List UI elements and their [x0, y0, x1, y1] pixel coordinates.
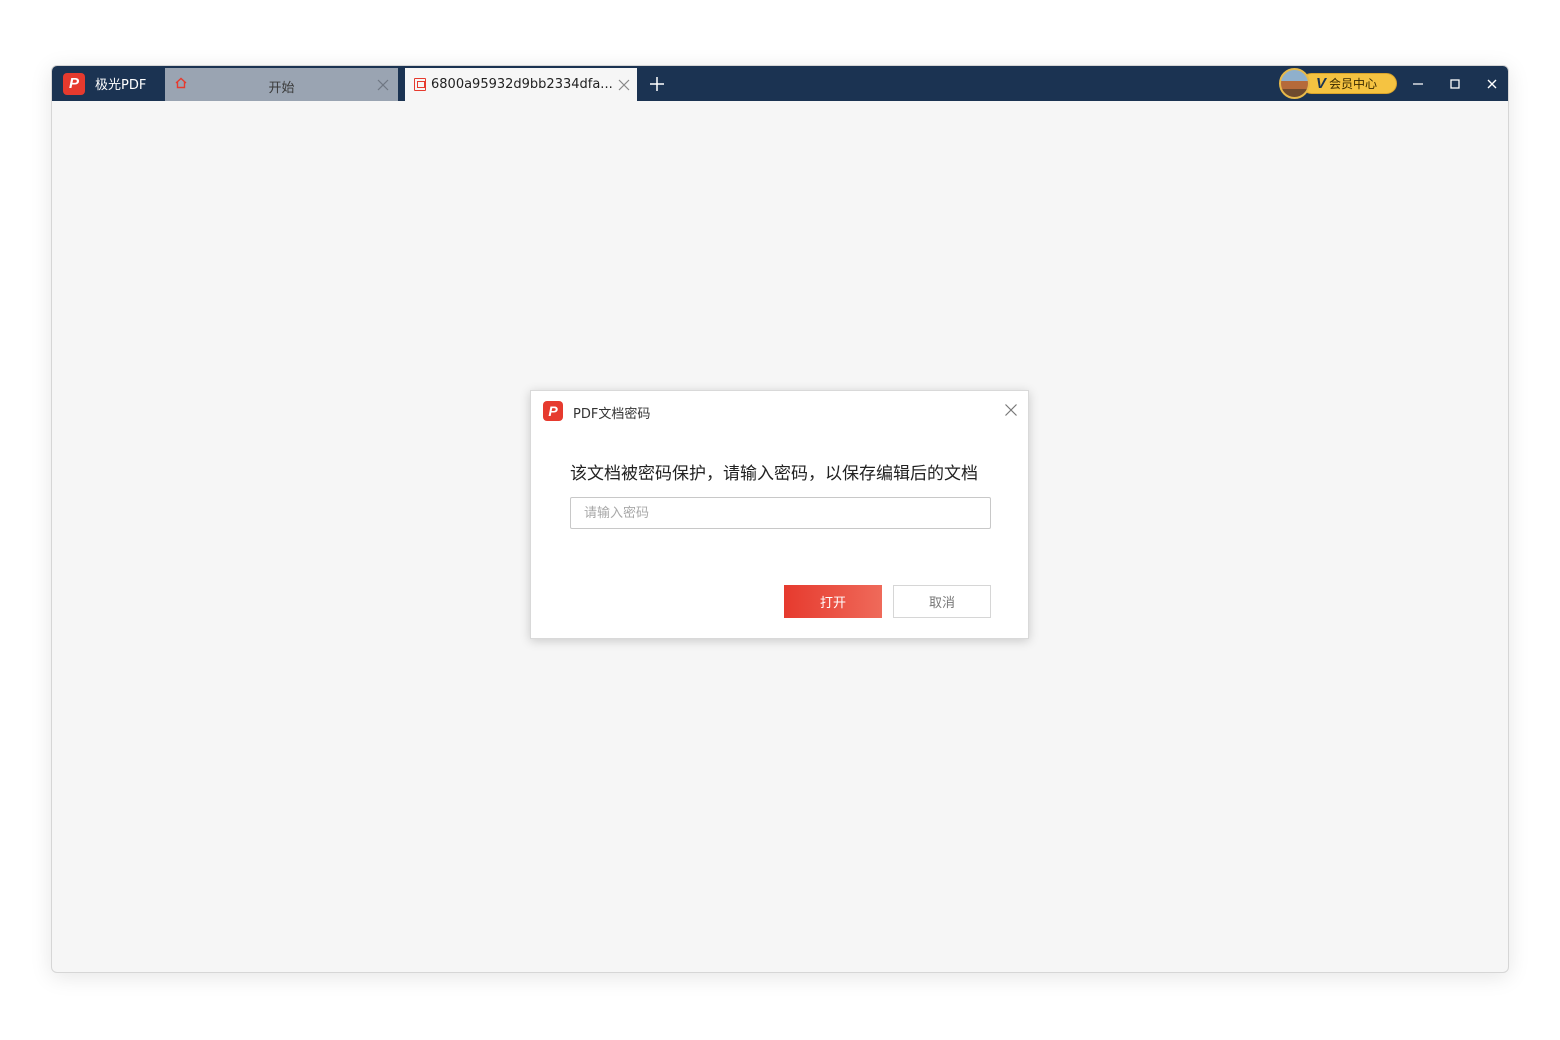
dialog-close-icon[interactable] [1003, 402, 1019, 418]
vip-center-label: 会员中心 [1329, 77, 1378, 91]
tab-home-close-icon[interactable] [375, 77, 391, 93]
tab-document-close-icon[interactable] [616, 77, 632, 93]
tab-home[interactable]: 开始 [165, 68, 398, 101]
new-tab-plus-icon[interactable] [646, 73, 668, 95]
minimize-icon[interactable] [1407, 73, 1429, 95]
dialog-title: PDF文档密码 [573, 407, 651, 422]
password-input[interactable] [570, 497, 991, 529]
title-bar: P 极光PDF 开始 6800a95932d9bb2334dfa... V 会员… [52, 66, 1508, 101]
app-badge[interactable]: P 极光PDF [52, 66, 164, 101]
maximize-icon[interactable] [1444, 73, 1466, 95]
tab-document[interactable]: 6800a95932d9bb2334dfa... [405, 68, 637, 101]
close-window-icon[interactable] [1481, 73, 1503, 95]
open-button[interactable]: 打开 [784, 585, 882, 618]
cancel-button[interactable]: 取消 [893, 585, 991, 618]
tab-document-label: 6800a95932d9bb2334dfa... [431, 77, 613, 92]
app-name: 极光PDF [95, 78, 147, 93]
vip-pill: V 会员中心 [1301, 73, 1397, 94]
vip-crown-icon: V [1316, 75, 1327, 92]
tab-home-label: 开始 [268, 81, 295, 96]
vip-center-button[interactable]: V 会员中心 [1279, 68, 1399, 99]
app-logo-icon: P [63, 72, 85, 95]
dialog-logo-icon: P [543, 401, 563, 421]
dialog-message: 该文档被密码保护，请输入密码，以保存编辑后的文档 [570, 464, 978, 484]
avatar[interactable] [1279, 68, 1310, 99]
pdf-file-icon [414, 78, 426, 91]
password-dialog: P PDF文档密码 该文档被密码保护，请输入密码，以保存编辑后的文档 打开 取消 [530, 390, 1029, 639]
